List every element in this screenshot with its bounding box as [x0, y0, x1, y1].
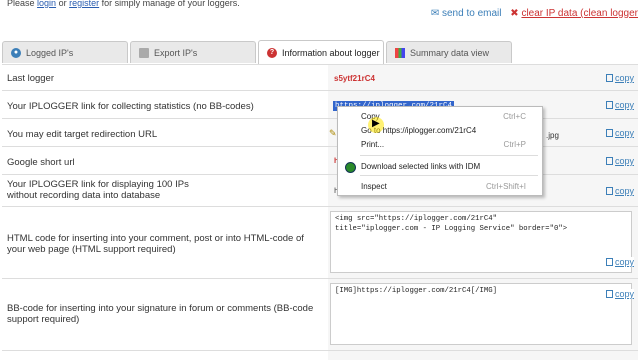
- copy-link[interactable]: copy: [605, 289, 634, 299]
- intro-or: or: [58, 0, 67, 8]
- menu-shortcut: Ctrl+P: [503, 140, 526, 149]
- tab-label: Export IP's: [154, 47, 198, 58]
- copy-icon: [605, 258, 613, 266]
- bb-code-textarea[interactable]: [IMG]https://iplogger.com/21rC4[/IMG]: [330, 283, 632, 345]
- menu-item-label: Print...: [361, 140, 385, 149]
- menu-item-download-idm[interactable]: Download selected links with IDM: [338, 160, 542, 173]
- copy-icon: [605, 290, 613, 298]
- copy-link[interactable]: copy: [605, 128, 634, 138]
- row-label: Last logger: [7, 73, 55, 84]
- html-code-textarea[interactable]: <img src="https://iplogger.com/21rC4" ti…: [330, 211, 632, 273]
- email-icon: ✉: [430, 8, 440, 19]
- menu-separator: [360, 175, 538, 176]
- menu-shortcut: Ctrl+C: [503, 112, 526, 121]
- copy-icon: [605, 157, 613, 165]
- login-prompt: Please login or register for simply mana…: [7, 0, 240, 8]
- label-line-1: Your IPLOGGER link for displaying 100 IP…: [7, 179, 189, 190]
- row-html-code: HTML code for inserting into your commen…: [2, 206, 638, 278]
- row-label: BB-code for inserting into your signatur…: [7, 303, 313, 325]
- menu-item-print[interactable]: Print... Ctrl+P: [338, 138, 542, 151]
- top-actions: ✉ send to email ✖ clear IP data (clean l…: [431, 8, 638, 19]
- label-line-2: your web page (HTML support required): [7, 244, 176, 255]
- copy-icon: [605, 129, 613, 137]
- row-label: HTML code for inserting into your commen…: [7, 233, 304, 255]
- row-partial: [2, 350, 638, 360]
- row-label: You may edit target redirection URL: [7, 129, 158, 140]
- copy-label: copy: [614, 186, 634, 196]
- tab-export-ips[interactable]: Export IP's: [130, 41, 256, 63]
- tab-summary[interactable]: Summary data view: [386, 41, 512, 63]
- intro-suffix: for simply manage of your loggers.: [101, 0, 240, 8]
- value-cell: s5ytf21rC4 copy: [328, 65, 638, 90]
- value-cell: [IMG]https://iplogger.com/21rC4[/IMG] co…: [328, 279, 638, 350]
- logger-id: s5ytf21rC4: [334, 74, 375, 83]
- copy-label: copy: [614, 73, 634, 83]
- row-label: Google short url: [7, 157, 75, 168]
- copy-link[interactable]: copy: [605, 100, 634, 110]
- register-link[interactable]: register: [69, 0, 99, 8]
- mouse-pointer-icon: ▶: [372, 118, 380, 129]
- idm-icon: [345, 162, 356, 173]
- row-label: Your IPLOGGER link for displaying 100 IP…: [7, 179, 189, 201]
- copy-link[interactable]: copy: [605, 73, 634, 83]
- copy-icon: [605, 101, 613, 109]
- intro-prefix: Please: [7, 0, 35, 8]
- menu-separator: [360, 155, 538, 156]
- menu-item-label: Download selected links with IDM: [361, 162, 481, 171]
- row-bb-code: BB-code for inserting into your signatur…: [2, 278, 638, 350]
- copy-label: copy: [614, 156, 634, 166]
- globe-icon: ●: [11, 47, 21, 58]
- context-menu: Copy Ctrl+C Go to https://iplogger.com/2…: [337, 106, 543, 196]
- login-link[interactable]: login: [37, 0, 56, 8]
- value-cell: [328, 351, 638, 360]
- chart-icon: [395, 47, 405, 58]
- label-line-2: without recording data into database: [7, 190, 161, 201]
- pencil-icon[interactable]: ✎: [329, 128, 337, 139]
- target-url-value: .jpg: [546, 131, 559, 140]
- export-icon: [139, 47, 149, 58]
- label-line-1: HTML code for inserting into your commen…: [7, 233, 304, 244]
- row-label: Your IPLOGGER link for collecting statis…: [7, 101, 254, 112]
- eraser-icon: ✖: [510, 8, 519, 19]
- copy-link[interactable]: copy: [605, 257, 634, 267]
- copy-link[interactable]: copy: [605, 156, 634, 166]
- clear-ip-data-link[interactable]: clear IP data (clean logger: [521, 8, 638, 19]
- menu-item-inspect[interactable]: Inspect Ctrl+Shift+I: [338, 180, 542, 193]
- copy-link[interactable]: copy: [605, 186, 634, 196]
- tab-label: Information about logger: [282, 47, 380, 58]
- value-cell: <img src="https://iplogger.com/21rC4" ti…: [328, 207, 638, 278]
- tab-label: Logged IP's: [26, 47, 74, 58]
- copy-icon: [605, 187, 613, 195]
- tab-bar: ● Logged IP's Export IP's ? Information …: [2, 40, 638, 65]
- tab-information[interactable]: ? Information about logger: [258, 40, 384, 64]
- menu-shortcut: Ctrl+Shift+I: [485, 182, 526, 191]
- copy-label: copy: [614, 257, 634, 267]
- copy-label: copy: [614, 100, 634, 110]
- send-to-email-link[interactable]: send to email: [442, 8, 501, 19]
- copy-label: copy: [614, 128, 634, 138]
- copy-label: copy: [614, 289, 634, 299]
- tab-logged-ips[interactable]: ● Logged IP's: [2, 41, 128, 63]
- help-icon: ?: [267, 47, 277, 58]
- row-last-logger: Last logger s5ytf21rC4 copy: [2, 64, 638, 90]
- label-line-2: support required): [7, 314, 80, 325]
- top-bar: Please login or register for simply mana…: [0, 0, 640, 40]
- menu-item-label: Inspect: [361, 182, 387, 191]
- copy-icon: [605, 74, 613, 82]
- label-line-1: BB-code for inserting into your signatur…: [7, 303, 314, 314]
- tab-label: Summary data view: [410, 47, 490, 58]
